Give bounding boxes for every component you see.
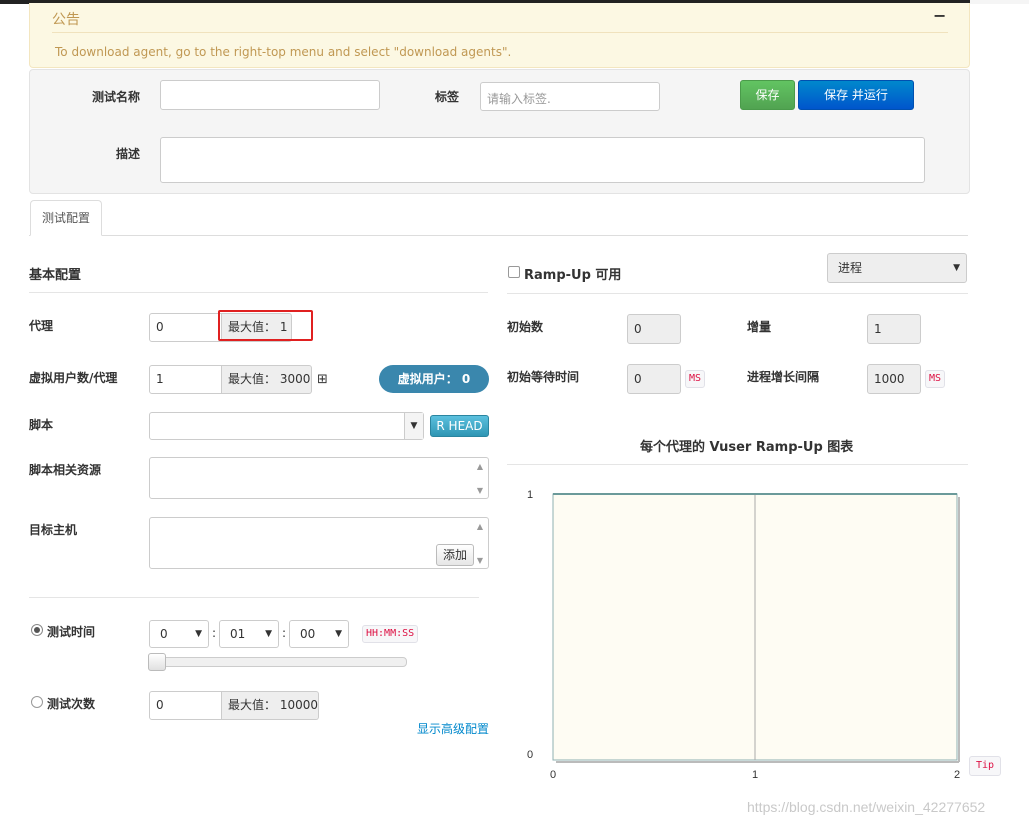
tab-test-config[interactable]: 测试配置 [30,200,102,236]
duration-minutes-value: 01 [230,627,246,641]
chart-tip-label[interactable]: Tip [969,756,1002,776]
init-sleep-label: 初始等待时间 [507,370,580,384]
notice-text: To download agent, go to the right-top m… [55,45,512,59]
y-tick-label-min: 0 [527,749,533,761]
tab-baseline [29,235,968,236]
duration-hours-value: 0 [160,627,168,641]
description-textarea[interactable] [160,137,925,183]
vuser-count-input[interactable]: 1 [149,365,222,394]
resource-label: 脚本相关资源 [29,463,102,477]
duration-seconds-select[interactable]: 00 ▼ [289,620,349,648]
notice-title: 公告 [52,12,80,28]
watermark: https://blog.csdn.net/weixin_42277652 [747,799,986,815]
save-button[interactable]: 保存 [740,80,795,110]
vuser-count-value: 1 [156,372,164,386]
init-count-input[interactable]: 0 [627,314,681,344]
advanced-config-link[interactable]: 显示高级配置 [417,720,489,737]
count-label: 测试次数 [47,697,96,711]
scroll-down-icon[interactable]: ▼ [477,556,483,565]
basic-config-title: 基本配置 [29,268,82,283]
increment-input[interactable]: 1 [867,314,921,344]
highlight-box [218,310,313,341]
init-count-label: 初始数 [507,320,544,334]
chart-title: 每个代理的 Vuser Ramp-Up 图表 [640,440,854,455]
agent-count-value: 0 [156,320,164,334]
duration-slider-handle[interactable] [148,653,166,671]
rampup-mode-select[interactable]: 进程 ▼ [827,253,967,283]
count-radio[interactable] [31,696,43,708]
duration-hours-select[interactable]: 0 ▼ [149,620,209,648]
rampup-mode-value: 进程 [838,261,863,275]
target-host-label: 目标主机 [29,523,78,537]
x-tick-label-0: 0 [550,769,556,781]
rampup-checkbox[interactable] [508,266,520,278]
rampup-chart: 1 0 0 1 2 [527,489,960,781]
test-name-label: 测试名称 [92,90,141,104]
time-separator: : [282,626,287,640]
script-label: 脚本 [29,418,54,432]
expand-icon[interactable]: ⊞ [317,372,328,387]
agent-label: 代理 [29,319,54,333]
time-separator: : [212,626,217,640]
count-max-addon: 最大值： 10000 [222,691,319,720]
test-name-input[interactable] [160,80,380,110]
rampup-divider [507,293,968,294]
basic-config-divider [29,292,488,293]
script-select[interactable]: ▼ [149,412,424,440]
init-sleep-input[interactable]: 0 [627,364,681,394]
interval-unit: MS [925,370,946,388]
scroll-down-icon[interactable]: ▼ [477,486,483,495]
count-value: 0 [156,698,164,712]
chevron-down-icon: ▼ [953,263,960,273]
x-tick-label-2: 2 [954,769,960,781]
chevron-down-icon: ▼ [335,629,342,639]
init-sleep-value: 0 [634,372,642,386]
rampup-enable-label: Ramp-Up 可用 [524,268,622,283]
add-host-button[interactable]: 添加 [436,544,474,566]
tag-placeholder: 请输入标签. [487,92,551,106]
r-head-button[interactable]: R HEAD [430,415,489,437]
notice-divider [52,32,948,33]
vuser-label: 虚拟用户数/代理 [29,371,118,385]
init-count-value: 0 [634,322,642,336]
duration-slider-track[interactable] [148,653,407,671]
scroll-up-icon[interactable]: ▲ [477,462,483,471]
save-and-run-button[interactable]: 保存 并运行 [798,80,914,110]
increment-value: 1 [874,322,882,336]
resource-textarea[interactable]: ▲ ▼ [149,457,489,499]
tag-label: 标签 [435,90,460,104]
chevron-down-icon: ▼ [265,629,272,639]
collapse-icon[interactable]: − [933,6,946,25]
vuser-total-badge: 虚拟用户： 0 [379,365,489,393]
script-select-value [150,419,156,433]
duration-label: 测试时间 [47,625,96,639]
top-bar-gap [970,0,1029,4]
description-label: 描述 [116,147,141,161]
chart-divider [507,464,968,465]
interval-value: 1000 [874,372,905,386]
chevron-down-icon: ▼ [404,413,423,439]
count-input[interactable]: 0 [149,691,222,720]
duration-radio[interactable] [31,624,43,636]
duration-format-label: HH:MM:SS [362,625,419,643]
radio-dot [34,627,40,633]
vuser-max-addon: 最大值： 3000 [222,365,312,394]
duration-seconds-value: 00 [300,627,316,641]
interval-input[interactable]: 1000 [867,364,921,394]
x-tick-label-1: 1 [752,769,758,781]
chevron-down-icon: ▼ [195,629,202,639]
interval-label: 进程增长间隔 [747,370,820,384]
duration-minutes-select[interactable]: 01 ▼ [219,620,279,648]
run-mode-divider [29,597,479,598]
agent-count-input[interactable]: 0 [149,313,222,342]
init-sleep-unit: MS [685,370,706,388]
tag-input[interactable]: 请输入标签. [480,82,660,111]
increment-label: 增量 [747,320,772,334]
y-tick-label-max: 1 [527,489,533,501]
scroll-up-icon[interactable]: ▲ [477,522,483,531]
